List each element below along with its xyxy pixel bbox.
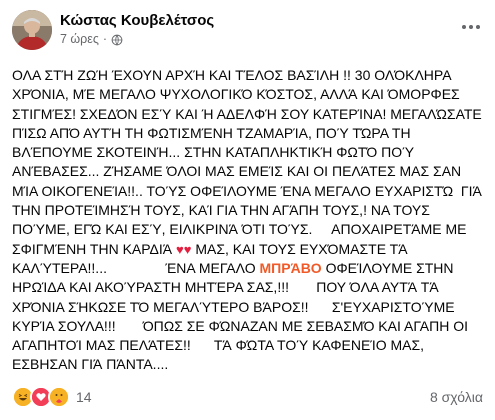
post-footer: 14 8 σχόλια (12, 386, 483, 408)
reactions-summary[interactable]: 14 (12, 386, 92, 408)
post-text-line: ΜΊΑ ΟΙΚΟΓΕΝΕΊΑ!!.. ΤΟΎΣ ΟΦΕΊΛΟΥΜΕ ΈΝΑ ΜΕ… (12, 182, 482, 199)
post-text-line: ΒΛΈΠΟΥΜΕ ΣΚΟΤΕΙΝΉ... ΣΤΗΝ ΚΑΤΑΠΛΗΚΤΙΚΉ Φ… (12, 144, 415, 161)
post-text-line: ΚΥΡΊΑ ΣΟΥΛΑ!!! ΌΠΩΣ ΣΕ ΦΏΝΑΖΑΝ ΜΕ ΣΕΒΑΣΜ… (12, 317, 468, 334)
post-text-line: ΗΡΩΊΔΑ ΚΑΙ ΑΚΟΎΡΑΣΤΗ ΜΗΤΈΡΑ ΣΑΣ,!!! ΠΟΥ … (12, 279, 439, 296)
reaction-count[interactable]: 14 (76, 389, 92, 405)
post-text-line: ΣΦΙΓΜΈΝΗ ΤΗΝ ΚΑΡΔΙΆ ♥♥ ΜΑΣ, ΚΑΙ ΤΟΥΣ ΕΥΧ… (12, 240, 484, 259)
post-author-name[interactable]: Κώστας Κουβελέτσος (60, 12, 214, 29)
post-text-line: ΟΛΑ ΣΤΉ ΖΩΉ ΈΧΟΥΝ ΑΡΧΉ ΚΑΙ ΤΈΛΟΣ ΒΑΣΊΛΗ … (12, 67, 452, 83)
post-text-line: ΧΡΌΝΙΑ ΣΉΚΩΣΕ ΤΌ ΜΕΓΑΛΎΤΕΡΟ ΒΆΡΟΣ!! Σ'ΕΥ… (12, 298, 455, 315)
post-text-line: ΠΟΎΜΕ, ΕΓΏ ΚΑΙ ΕΣΎ, ΕΙΛΙΚΡΙΝΆ ΌΤΙ ΤΟΎΣ. … (12, 221, 467, 238)
post-header: Κώστας Κουβελέτσος 7 ώρες · (12, 10, 485, 60)
post-text-segment: ΚΑΛΎΤΕΡΑ!!... ΈΝΑ ΜΕΓΑΛΟ (12, 259, 260, 276)
post-text-line: ΧΡΌΝΙΑ, ΜΈ ΜΕΓΑΛΟ ΨΥΧΟΛΟΓΙΚΌ ΚΌΣΤΟΣ, ΑΛΛ… (12, 86, 460, 103)
post-text-line: ΣΤΙΓΜΈΣ! ΣΧΕΔΌΝ ΕΣΎ ΚΑΙ Ή ΑΔΕΛΦΉ ΣΟΥ ΚΑΤ… (12, 105, 482, 122)
post-meta: 7 ώρες · (60, 32, 123, 46)
post-text-segment: ΟΦΕΊΛΟΥΜΕ ΣΤΗΝ (321, 259, 454, 276)
post-text-line: ΑΓΑΠΗΤΟΊ ΜΑΣ ΠΕΛΆΤΕΣ!! ΤΆ ΦΏΤΑ ΤΟΎ ΚΑΦΕΝ… (12, 337, 425, 354)
post-text-line: ΚΑΛΎΤΕΡΑ!!... ΈΝΑ ΜΕΓΑΛΟ ΜΠΡΆΒΟ ΟΦΕΊΛΟΥΜ… (12, 259, 484, 278)
care-icon (48, 386, 70, 408)
post-text-segment: ΣΦΙΓΜΈΝΗ ΤΗΝ ΚΑΡΔΙΆ (12, 240, 177, 257)
post-text-line: ΤΗΝ ΠΡΟΤΕΊΜΗΣΉ ΤΟΥΣ, ΚΑΊ ΓΙΑ ΤΗΝ ΑΓΆΠΗ Τ… (12, 202, 430, 219)
post-text: ΟΛΑ ΣΤΉ ΖΩΉ ΈΧΟΥΝ ΑΡΧΉ ΚΑΙ ΤΈΛΟΣ ΒΑΣΊΛΗ … (12, 66, 484, 375)
globe-icon[interactable] (111, 32, 123, 46)
bravo-highlight: ΜΠΡΆΒΟ (259, 259, 322, 276)
avatar[interactable] (12, 10, 52, 50)
post-text-line: ΠΊΣΩ ΑΠΌ ΑΥΤΉ ΤΗ ΦΩΤΙΣΜΈΝΗ ΤΖΑΜΑΡΊΑ, ΠΟΎ… (12, 124, 411, 141)
facebook-post-card: Κώστας Κουβελέτσος 7 ώρες · ΟΛΑ ΣΤΉ ΖΩΉ … (0, 0, 495, 420)
post-text-line: ΕΣΒΗΣΑΝ ΓΙΆ ΠΆΝΤΑ.... (12, 356, 169, 373)
more-options-icon[interactable] (457, 16, 485, 38)
post-text-segment: ΜΑΣ, ΚΑΙ ΤΟΥΣ ΕΥΧΌΜΑΣΤΕ ΤΆ (191, 240, 408, 257)
meta-separator: · (102, 32, 108, 46)
post-time[interactable]: 7 ώρες (60, 32, 99, 46)
heart-emoji-icon: ♥♥ (176, 241, 192, 257)
post-text-line: ΑΝΈΒΑΣΕΣ... ΖΉΣΑΜΕ ΌΛΟΙ ΜΑΣ ΕΜΕΊΣ ΚΑΙ ΟΙ… (12, 163, 462, 180)
comments-count-link[interactable]: 8 σχόλια (430, 389, 483, 405)
